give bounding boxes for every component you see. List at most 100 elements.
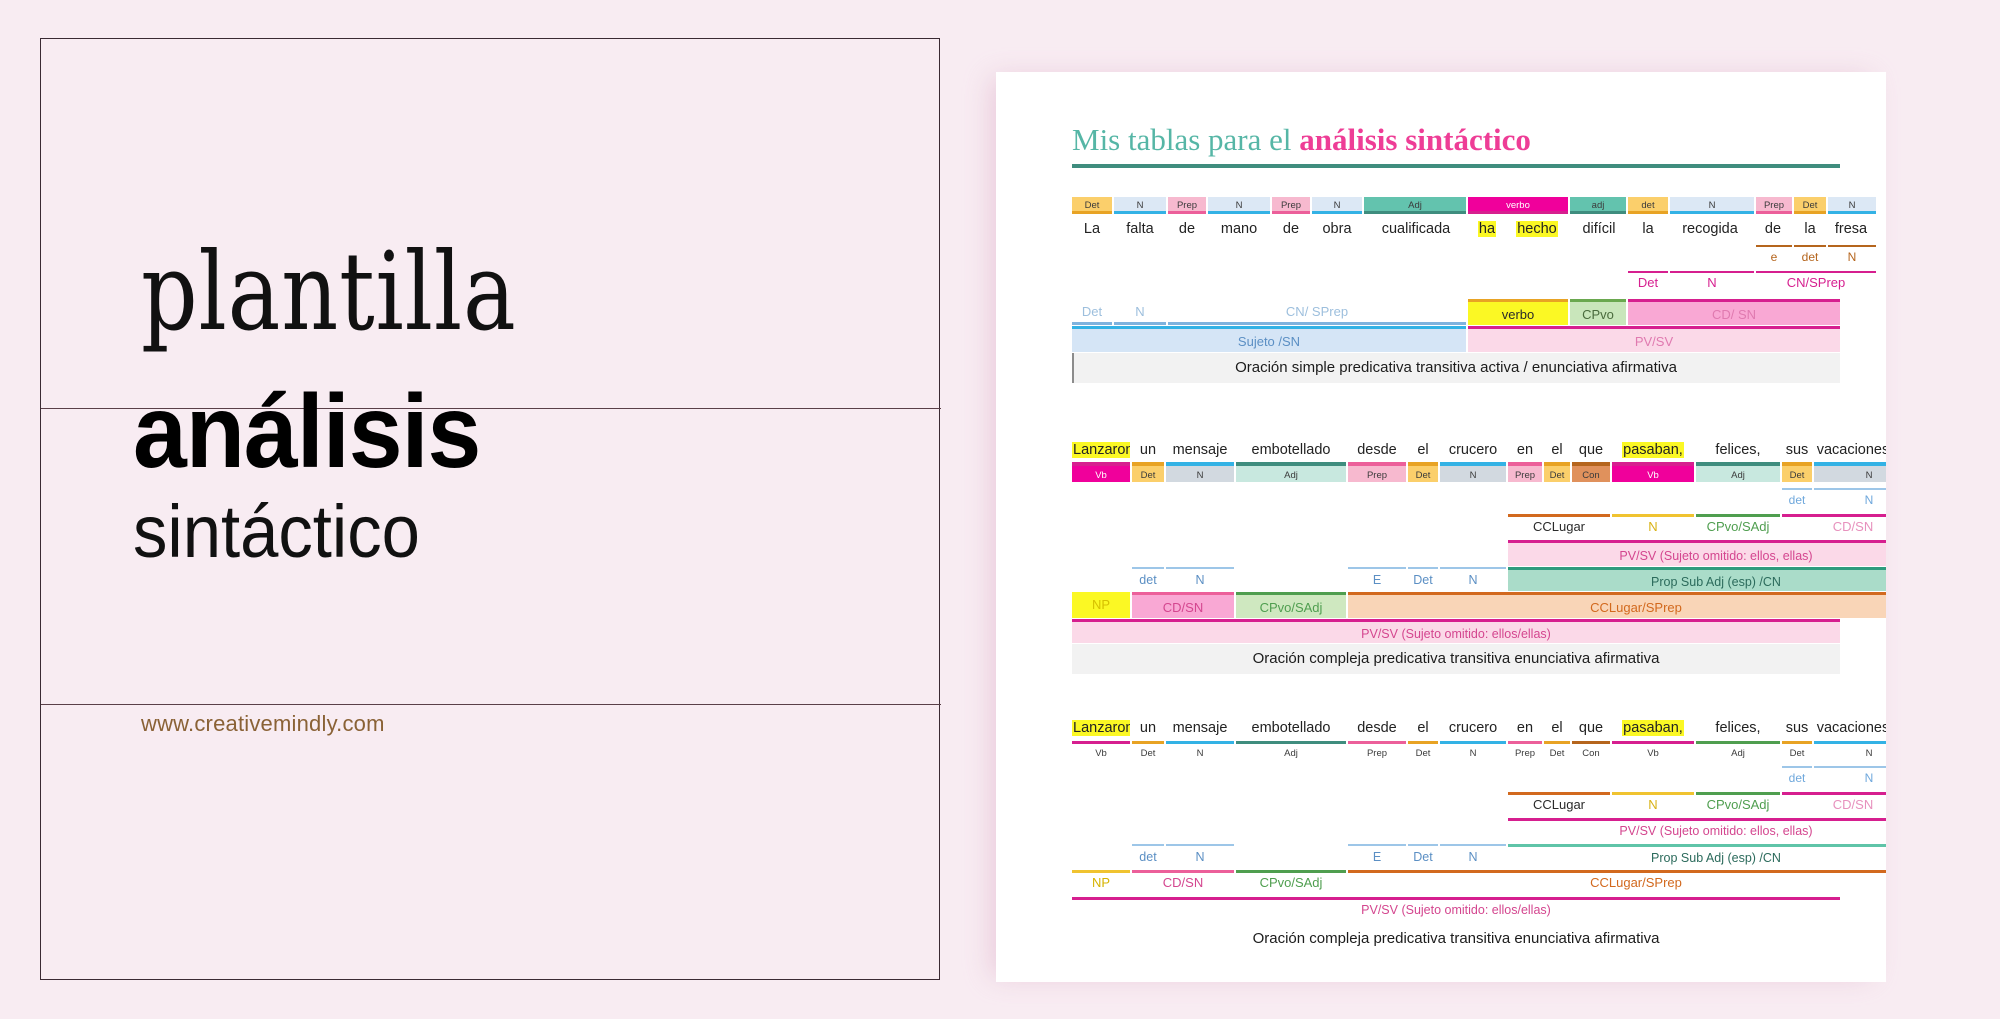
word-cell: el <box>1551 720 1563 736</box>
word-cell: crucero <box>1448 720 1498 736</box>
word-cell: sus <box>1785 720 1809 736</box>
underline-cell: det <box>1132 844 1164 866</box>
function-cell: N <box>1114 299 1166 325</box>
word-cell: un <box>1139 442 1157 458</box>
word-cell: Lanzaron <box>1072 718 1130 738</box>
underline-row: PV/SV (Sujeto omitido: ellos, ellas) <box>1072 818 1886 838</box>
word-cell: de <box>1764 221 1782 237</box>
pos-tag-cell: N <box>1670 197 1754 214</box>
document-title-underline <box>1072 164 1840 168</box>
word-cell: recogida <box>1682 221 1738 237</box>
underline-cell: Adj <box>1696 741 1780 762</box>
pos-tag-cell: Det <box>1072 197 1112 214</box>
tag-row: Vb Det N Adj Prep Det N Prep Det Con Vb Adj Det N <box>1072 462 1886 482</box>
underline-cell: CCLugar <box>1508 514 1610 535</box>
pos-tag-cell: adj <box>1570 197 1626 214</box>
pos-tag-cell: N <box>1814 462 1886 482</box>
word-cell: que <box>1578 442 1604 458</box>
highlighted-word: Lanzaron <box>1072 720 1130 736</box>
pos-tag-cell: Adj <box>1696 462 1780 482</box>
function-cell: NP <box>1072 592 1130 618</box>
underline-row: Vb Det N Adj Prep Det N Prep Det Con Vb Adj Det N <box>1072 741 1886 762</box>
underline-cell: N <box>1440 567 1506 589</box>
word-cell: desde <box>1357 720 1397 736</box>
highlighted-word: ha <box>1477 221 1497 237</box>
underline-cell: Prep <box>1508 741 1542 762</box>
word-cell: cualificada <box>1381 221 1451 237</box>
function-cell: CD/ SN <box>1628 299 1840 325</box>
word-cell: sus <box>1785 442 1809 458</box>
pos-tag-cell: N <box>1208 197 1270 214</box>
underline-cell: CN/SPrep <box>1756 271 1876 291</box>
highlighted-word: hecho <box>1516 221 1558 237</box>
document-preview-card: Mis tablas para el análisis sintáctico D… <box>996 72 1886 982</box>
pos-tag-cell: Prep <box>1168 197 1206 214</box>
pos-tag-cell: Det <box>1408 462 1438 482</box>
word-cell: vacaciones. <box>1816 720 1886 736</box>
word-cell: felices, <box>1715 442 1761 458</box>
tag-row: Det N Prep N Prep N Adj verbo adj det N Prep Det N <box>1072 197 1876 214</box>
word-cell: falta <box>1126 221 1154 237</box>
word-row: La falta de mano de obra cualificada ha hecho dif… <box>1072 219 1867 239</box>
function-cell: CPvo <box>1570 299 1626 325</box>
underline-cell: CD/SN <box>1132 870 1234 891</box>
underline-cell: det <box>1794 245 1826 265</box>
word-row: Lanzaron un mensaje embotellado desde el cruce… <box>1072 440 1886 460</box>
word-cell: la <box>1642 221 1654 237</box>
word-cell: el <box>1417 720 1429 736</box>
pos-tag-cell: N <box>1312 197 1362 214</box>
word-cell: obra <box>1322 221 1352 237</box>
underline-cell: CD/SN <box>1782 514 1886 535</box>
word-cell: difícil <box>1582 221 1616 237</box>
word-cell: un <box>1139 720 1157 736</box>
mid-row: det N E Det N Prop Sub Adj (esp) /CN <box>1072 567 1886 591</box>
underline-cell: Det <box>1408 567 1438 589</box>
function-bar-row: Det N CN/ SPrep verbo CPvo CD/ SN <box>1072 299 1840 325</box>
word-cell: La <box>1083 221 1101 237</box>
underline-row: Det N CN/SPrep <box>1072 271 1876 291</box>
underline-cell: det <box>1782 488 1812 508</box>
word-cell: mensaje <box>1172 442 1228 458</box>
underline-cell: e <box>1756 245 1792 265</box>
document-sheet: Mis tablas para el análisis sintáctico D… <box>996 72 1886 982</box>
underline-row: CCLugar N CPvo/SAdj CD/SN <box>1072 514 1886 535</box>
function-cell: PV/SV <box>1468 326 1840 352</box>
pos-tag-cell: Det <box>1782 462 1812 482</box>
underline-cell: N <box>1670 271 1754 291</box>
underline-cell: PV/SV (Sujeto omitido: ellos/ellas) <box>1072 897 1840 918</box>
underline-row: det N <box>1072 488 1886 508</box>
website-url[interactable]: www.creativemindly.com <box>141 711 385 737</box>
word-cell: Lanzaron <box>1072 440 1130 460</box>
underline-cell: det <box>1782 766 1812 786</box>
underline-cell: N <box>1814 741 1886 762</box>
sentence-left-rule <box>1072 353 1074 383</box>
divider-bottom <box>41 704 941 705</box>
sentence-text: Oración compleja predicativa transitiva … <box>1072 644 1840 674</box>
pos-tag-cell: Adj <box>1364 197 1466 214</box>
sentence-row: Oración compleja predicativa transitiva … <box>1072 644 1840 674</box>
underline-cell: Det <box>1782 741 1812 762</box>
word-cell: pasaban, <box>1612 718 1694 738</box>
function-bar-row: Sujeto /SN PV/SV <box>1072 326 1840 352</box>
underline-cell: E <box>1348 844 1406 866</box>
mid-row: det N E Det N Prop Sub Adj (esp) /CN <box>1072 844 1886 868</box>
underline-row: CCLugar N CPvo/SAdj CD/SN <box>1072 792 1886 813</box>
pos-tag-cell: det <box>1628 197 1668 214</box>
underline-cell: N <box>1440 844 1506 866</box>
underline-cell: CPvo/SAdj <box>1696 792 1780 813</box>
word-cell: embotellado <box>1251 720 1331 736</box>
word-cell: pasaban, <box>1612 440 1694 460</box>
cover-word-sintactico: sintáctico <box>133 490 420 574</box>
underline-cell: Det <box>1408 741 1438 762</box>
word-cell: en <box>1516 720 1534 736</box>
underline-cell: CCLugar <box>1508 792 1610 813</box>
underline-cell: CCLugar/SPrep <box>1348 870 1886 891</box>
function-bar-row: PV/SV (Sujeto omitido: ellos/ellas) <box>1072 619 1840 643</box>
pos-tag-cell: Prep <box>1508 462 1542 482</box>
function-bar-row: PV/SV (Sujeto omitido: ellos, ellas) <box>1072 540 1886 566</box>
function-cell: Sujeto /SN <box>1072 326 1466 352</box>
highlighted-word: pasaban, <box>1622 442 1684 458</box>
highlighted-word: pasaban, <box>1622 720 1684 736</box>
cover-word-plantilla: plantilla <box>141 230 517 355</box>
underline-cell: N <box>1612 514 1694 535</box>
